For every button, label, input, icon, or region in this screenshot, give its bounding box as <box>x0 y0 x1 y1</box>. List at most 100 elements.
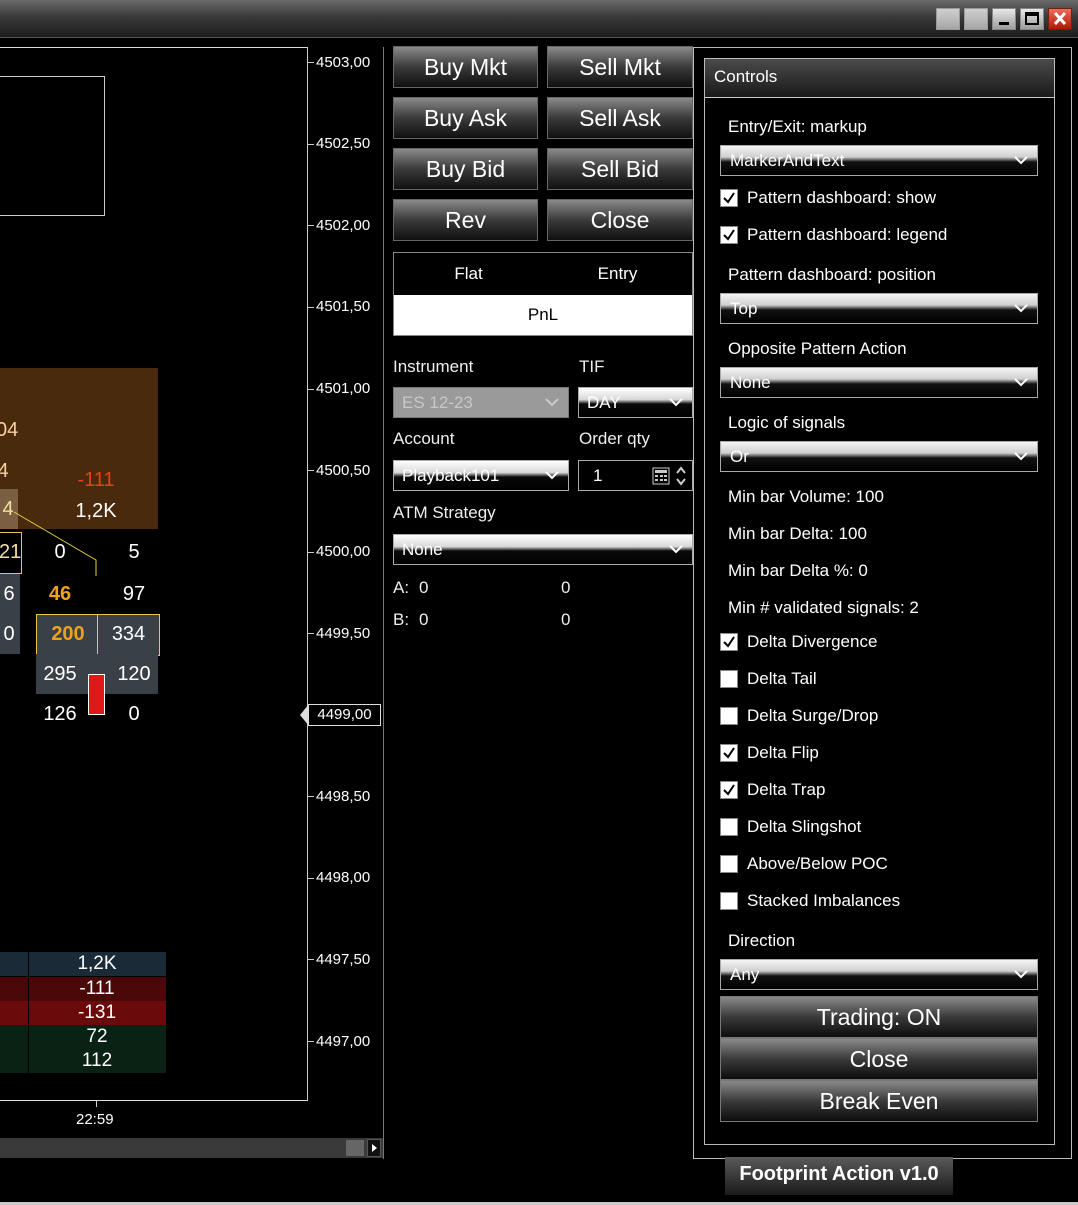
signal-label: Delta Slingshot <box>747 817 862 836</box>
sell-bid-button[interactable]: Sell Bid <box>547 148 693 190</box>
trading-toggle-button[interactable]: Trading: ON <box>720 996 1038 1038</box>
chevron-down-icon <box>669 545 683 554</box>
checkmark-icon <box>723 636 735 648</box>
a-value: 0 <box>419 578 429 597</box>
a-label: A: <box>393 578 410 597</box>
chart-scrollbar[interactable] <box>0 1138 383 1158</box>
signal-checkbox-above-below-poc[interactable] <box>720 855 738 873</box>
maximize-icon[interactable] <box>1020 8 1044 30</box>
break-even-button[interactable]: Break Even <box>720 1080 1038 1122</box>
chevron-down-icon <box>545 471 559 480</box>
indicator-name-footer: Footprint Action v1.0 <box>725 1157 953 1195</box>
buy-market-button[interactable]: Buy Mkt <box>393 46 538 88</box>
position-display: Flat Entry PnL <box>393 252 693 336</box>
footprint-connector-line <box>13 511 97 576</box>
chevron-down-icon <box>1014 304 1028 313</box>
footprint-cell: 0 <box>0 614 20 654</box>
chevron-down-icon <box>1014 378 1028 387</box>
price-tick <box>308 1041 314 1042</box>
window-button-disabled <box>964 8 988 30</box>
stat-value: -111 <box>79 978 115 999</box>
atm-strategy-select[interactable]: None <box>393 534 693 565</box>
scrollbar-thumb[interactable] <box>346 1140 364 1156</box>
buy-bid-button[interactable]: Buy Bid <box>393 148 538 190</box>
stat-row-pos: 112 <box>0 1049 166 1073</box>
pnl-display: PnL <box>394 295 692 335</box>
dashboard-legend-checkbox[interactable] <box>720 226 738 244</box>
price-label: 4503,00 <box>316 54 371 71</box>
price-tick <box>308 796 314 797</box>
checkmark-icon <box>723 229 735 241</box>
price-label: 4497,00 <box>316 1033 371 1050</box>
close-icon[interactable] <box>1048 8 1072 30</box>
footprint-ask: 334 <box>97 614 160 656</box>
signal-checkbox-stacked-imbalances[interactable] <box>720 892 738 910</box>
footprint-bid: 126 <box>43 703 77 725</box>
direction-select[interactable]: Any <box>720 959 1038 990</box>
dashboard-position-select[interactable]: Top <box>720 293 1038 324</box>
logic-label: Logic of signals <box>728 413 846 432</box>
stat-row-pos: 72 <box>0 1025 166 1049</box>
sell-ask-button[interactable]: Sell Ask <box>547 97 693 139</box>
stat-value: -131 <box>77 1002 117 1023</box>
opposite-action-select[interactable]: None <box>720 367 1038 398</box>
price-label: 4498,50 <box>316 788 371 805</box>
price-tick <box>308 389 314 390</box>
sell-market-button[interactable]: Sell Mkt <box>547 46 693 88</box>
time-tick <box>96 1101 97 1107</box>
stat-row-cumdelta: -131 <box>0 1001 166 1025</box>
signal-label: Delta Flip <box>747 743 819 762</box>
entry-price: Entry <box>543 253 692 295</box>
min-volume-text: Min bar Volume: 100 <box>728 487 884 506</box>
window-titlebar <box>0 0 1078 38</box>
footprint-bid: 295 <box>43 663 77 685</box>
signal-checkbox-delta-trap[interactable] <box>720 781 738 799</box>
price-tick <box>308 307 314 308</box>
time-label: 22:59 <box>76 1111 114 1128</box>
b-value: 0 <box>561 610 571 629</box>
stat-value: 72 <box>86 1026 108 1047</box>
signal-checkbox-delta-tail[interactable] <box>720 670 738 688</box>
checkmark-icon <box>723 747 735 759</box>
b-value: 0 <box>419 610 429 629</box>
chevron-down-icon <box>1014 452 1028 461</box>
candle-body <box>88 674 105 715</box>
footprint-ask: 0 <box>128 703 140 725</box>
min-signals-text: Min # validated signals: 2 <box>728 598 919 617</box>
close-position-button[interactable]: Close <box>547 199 693 241</box>
chevron-down-icon <box>545 398 559 407</box>
signal-checkbox-delta-surge[interactable] <box>720 707 738 725</box>
tif-select[interactable]: DAY <box>578 387 693 418</box>
chevron-down-icon <box>1014 970 1028 979</box>
price-label: 4499,50 <box>316 625 371 642</box>
price-tick <box>308 552 314 553</box>
price-label: 4500,00 <box>316 543 371 560</box>
dashboard-show-checkbox[interactable] <box>720 189 738 207</box>
reverse-button[interactable]: Rev <box>393 199 538 241</box>
tif-label: TIF <box>579 357 605 376</box>
calculator-icon[interactable] <box>652 467 670 485</box>
a-value: 0 <box>561 578 571 597</box>
signal-label: Delta Trap <box>747 780 826 799</box>
spinner-icon[interactable] <box>675 463 687 489</box>
order-qty-input[interactable]: 1 <box>578 460 693 491</box>
signal-label: Delta Surge/Drop <box>747 706 879 725</box>
price-label: 4501,50 <box>316 298 371 315</box>
minimize-icon[interactable] <box>992 8 1016 30</box>
entry-exit-select[interactable]: MarkerAndText <box>720 145 1038 176</box>
signal-checkbox-delta-slingshot[interactable] <box>720 818 738 836</box>
close-button[interactable]: Close <box>720 1038 1038 1080</box>
scroll-right-icon[interactable] <box>367 1139 381 1157</box>
signal-checkbox-delta-divergence[interactable] <box>720 633 738 651</box>
stat-value: 1,2K <box>77 953 117 974</box>
buy-ask-button[interactable]: Buy Ask <box>393 97 538 139</box>
account-select[interactable]: Playback101 <box>393 460 569 491</box>
logic-select[interactable]: Or <box>720 441 1038 472</box>
dashboard-legend-label: Pattern dashboard: legend <box>747 225 948 244</box>
footprint-bid: 46 <box>48 583 72 605</box>
price-tick <box>308 144 314 145</box>
signal-checkbox-delta-flip[interactable] <box>720 744 738 762</box>
min-delta-text: Min bar Delta: 100 <box>728 524 867 543</box>
direction-label: Direction <box>728 931 796 950</box>
footprint-cell: 6 <box>0 574 20 614</box>
